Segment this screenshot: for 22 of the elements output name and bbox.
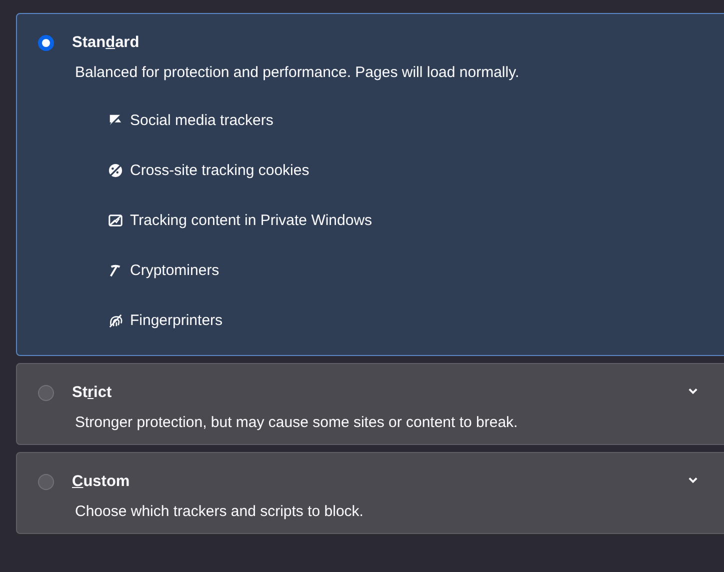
cookie-icon: [108, 162, 123, 178]
tracker-category: Social media trackers: [130, 112, 274, 128]
option-description: Stronger protection, but may cause some sites or content to break.: [75, 414, 519, 431]
tracking-content-icon: [108, 212, 123, 228]
tracker-category: Tracking content in Private Windows: [130, 212, 372, 228]
option-label: Custom: [72, 473, 130, 491]
option-card[interactable]: Strict Stronger protection, but may cause some sites or content to break.: [16, 363, 724, 445]
radio-button[interactable]: [38, 385, 54, 401]
fingerprint-icon: [108, 312, 123, 328]
tracker-category: Cryptominers: [130, 262, 220, 278]
tracker-category: Fingerprinters: [130, 312, 223, 328]
radio-button[interactable]: [38, 35, 54, 51]
option-description: Balanced for protection and performance. Pages will load normally.: [75, 64, 520, 81]
radio-button[interactable]: [38, 474, 54, 490]
option-label: Standard: [72, 34, 140, 52]
tracker-category: Cross-site tracking cookies: [130, 162, 310, 178]
cryptominer-icon: [108, 262, 123, 278]
option-card[interactable]: Standard Balanced for protection and performance. Pages will load normally. Social media trackers Cross-site tracking cookies Tracking content in Private Windows Cryptominers Fingerprinters: [16, 13, 724, 356]
option-description: Choose which trackers and scripts to block.: [75, 503, 364, 520]
social-tracker-icon: [108, 112, 123, 128]
option-label: Strict: [72, 384, 112, 402]
option-card[interactable]: Custom Choose which trackers and scripts to block.: [16, 452, 724, 534]
